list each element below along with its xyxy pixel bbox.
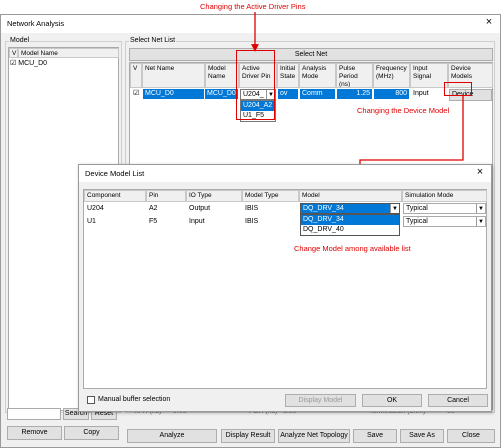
row-pin: A2 [149, 205, 158, 212]
dev-col-sim-mode[interactable]: Simulation Mode [402, 190, 487, 202]
sim-mode-value: Typical [406, 218, 428, 225]
row-pin: F5 [149, 218, 158, 225]
device-model-dialog: Device Model List × Component Pin IO Typ… [78, 164, 492, 412]
chevron-down-icon[interactable]: ▼ [476, 204, 485, 213]
row-model-type: IBIS [245, 205, 259, 212]
device-grid: Component Pin IO Type Model Type Model S… [83, 189, 487, 389]
row-component: U204 [87, 205, 104, 212]
display-model-button[interactable]: Display Model [285, 394, 356, 407]
model-options-list: DQ_DRV_34 DQ_DRV_40 [300, 214, 400, 236]
dev-col-model-type[interactable]: Model Type [242, 190, 299, 202]
model-dropdown[interactable]: DQ_DRV_34 ▼ [300, 203, 400, 214]
row-model-type: IBIS [245, 218, 259, 225]
row-component: U1 [87, 218, 96, 225]
dialog-title: Device Model List [85, 169, 145, 178]
dev-col-io-type[interactable]: IO Type [186, 190, 242, 202]
ok-button[interactable]: OK [362, 394, 422, 407]
model-dropdown-value: DQ_DRV_34 [303, 205, 344, 212]
manual-buffer-label: Manual buffer selection [98, 396, 171, 403]
cancel-button[interactable]: Cancel [428, 394, 488, 407]
dialog-title-bar: Device Model List × [79, 165, 491, 182]
sim-mode-dropdown[interactable]: Typical ▼ [403, 203, 486, 214]
chevron-down-icon[interactable]: ▼ [476, 217, 485, 226]
close-icon[interactable]: × [473, 167, 487, 179]
device-row[interactable]: U204 A2 Output IBIS DQ_DRV_34 ▼ Typical … [84, 203, 487, 215]
chevron-down-icon[interactable]: ▼ [390, 204, 399, 213]
device-row[interactable]: U1 F5 Input IBIS Typical ▼ [84, 216, 487, 228]
sim-mode-dropdown[interactable]: Typical ▼ [403, 216, 486, 227]
dev-col-component[interactable]: Component [84, 190, 146, 202]
manual-buffer-checkbox[interactable] [87, 396, 95, 404]
model-option[interactable]: DQ_DRV_40 [301, 225, 399, 235]
dev-col-model[interactable]: Model [299, 190, 402, 202]
sim-mode-value: Typical [406, 205, 428, 212]
row-io-type: Input [189, 218, 205, 225]
dev-col-pin[interactable]: Pin [146, 190, 186, 202]
model-option[interactable]: DQ_DRV_34 [301, 215, 399, 225]
row-io-type: Output [189, 205, 211, 212]
annotation-model-list: Change Model among available list [294, 244, 411, 253]
